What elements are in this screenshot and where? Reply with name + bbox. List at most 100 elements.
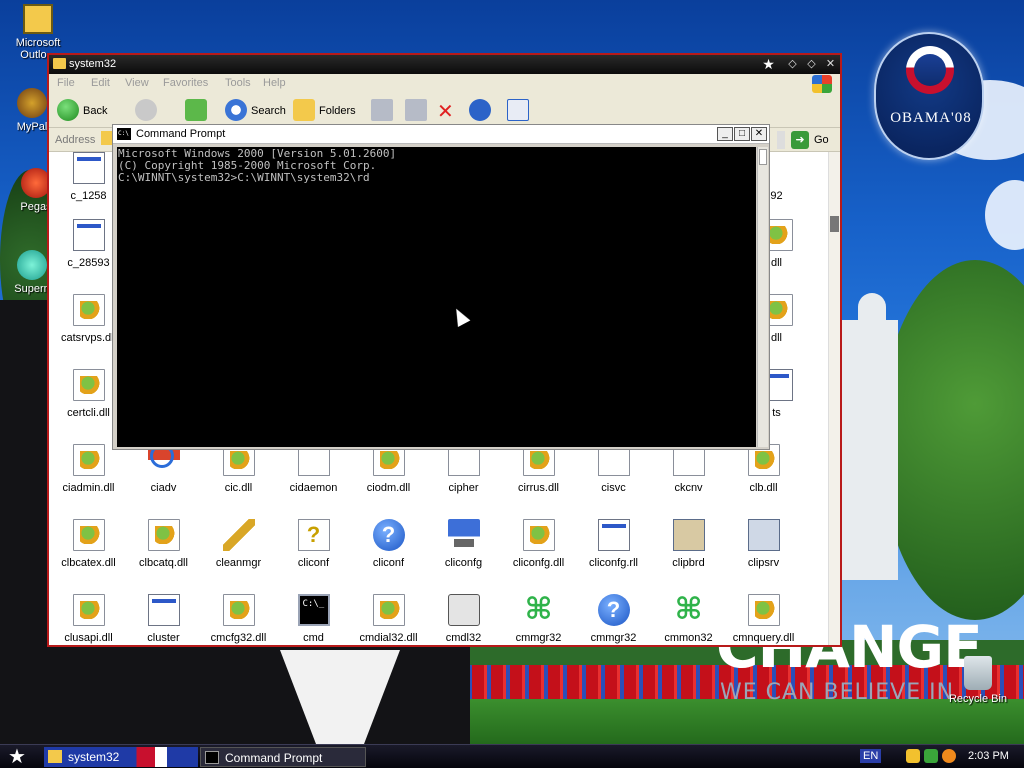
file-item[interactable]: ? cliconf bbox=[276, 519, 351, 569]
explorer-title-bar[interactable]: system32 ★ ◇ ◇ ✕ bbox=[49, 55, 840, 74]
supernova-icon bbox=[17, 250, 47, 280]
file-item[interactable]: cidaemon bbox=[276, 444, 351, 494]
file-label: cliconfg.rll bbox=[589, 557, 638, 569]
folders-icon bbox=[293, 99, 315, 121]
forward-arrow-icon bbox=[135, 99, 157, 121]
menu-favorites[interactable]: Favorites bbox=[163, 77, 208, 89]
taskbar: ★ system32 Command Prompt EN 2:03 PM bbox=[0, 744, 1024, 768]
taskbar-button-system32[interactable]: system32 bbox=[44, 747, 198, 767]
file-item[interactable]: cipher bbox=[426, 444, 501, 494]
command-prompt-window[interactable]: C:\ Command Prompt _ □ ✕ Microsoft Windo… bbox=[112, 124, 770, 450]
menu-view[interactable]: View bbox=[125, 77, 149, 89]
undo-button[interactable] bbox=[469, 99, 493, 123]
file-item[interactable]: ⌘ cmmgr32 bbox=[501, 594, 576, 645]
file-item[interactable]: cleanmgr bbox=[201, 519, 276, 569]
menu-help[interactable]: Help bbox=[263, 77, 286, 89]
file-item[interactable]: ? cmmgr32 bbox=[576, 594, 651, 644]
folders-button[interactable]: Folders bbox=[293, 99, 361, 123]
window-title: Command Prompt bbox=[136, 128, 226, 140]
file-label: cliconfg.dll bbox=[512, 557, 565, 569]
taskbar-button-label: system32 bbox=[68, 750, 120, 764]
white-house bbox=[838, 320, 898, 580]
copy-to-button[interactable] bbox=[405, 99, 429, 123]
network-computer-icon bbox=[447, 519, 480, 551]
search-button[interactable]: Search bbox=[225, 99, 289, 123]
file-item[interactable]: cirrus.dll bbox=[501, 444, 576, 494]
console-scrollbar[interactable] bbox=[757, 147, 768, 447]
file-item[interactable]: cmdial32.dll bbox=[351, 594, 426, 644]
up-folder-button[interactable] bbox=[185, 99, 211, 123]
file-item[interactable]: ciodm.dll bbox=[351, 444, 426, 494]
minimize-button[interactable]: ◇ bbox=[785, 57, 800, 71]
file-item[interactable]: ? cliconf bbox=[351, 519, 426, 569]
text-file-icon bbox=[72, 219, 105, 251]
desktop-icon-recycle-bin[interactable]: Recycle Bin bbox=[940, 656, 1016, 705]
console-output[interactable]: Microsoft Windows 2000 [Version 5.01.260… bbox=[117, 147, 756, 447]
file-label: ckcnv bbox=[674, 482, 703, 494]
file-item[interactable]: cmdl32 bbox=[426, 594, 501, 644]
command-prompt-title-bar[interactable]: C:\ Command Prompt _ □ ✕ bbox=[113, 125, 769, 144]
file-item[interactable]: cmnquery.dll bbox=[726, 594, 801, 644]
file-label: cidaemon bbox=[289, 482, 338, 494]
file-list-scrollbar[interactable] bbox=[828, 152, 840, 645]
pin-icon[interactable]: ★ bbox=[761, 57, 776, 71]
address-dropdown-button[interactable] bbox=[777, 131, 785, 149]
file-item[interactable]: clusapi.dll bbox=[51, 594, 126, 644]
folder-icon bbox=[48, 750, 62, 763]
minimize-button[interactable]: _ bbox=[717, 127, 733, 141]
close-button[interactable]: ✕ bbox=[751, 127, 767, 141]
help-icon: ? bbox=[597, 594, 630, 626]
file-item[interactable]: ciadmin.dll bbox=[51, 444, 126, 494]
address-label: Address bbox=[55, 134, 96, 146]
file-label: clbcatex.dll bbox=[61, 557, 116, 569]
file-item[interactable]: cmcfg32.dll bbox=[201, 594, 276, 644]
go-button[interactable]: ➜ Go bbox=[791, 131, 831, 149]
network-icon[interactable] bbox=[924, 749, 938, 763]
clock[interactable]: 2:03 PM bbox=[968, 750, 1009, 762]
file-item[interactable]: clipsrv bbox=[726, 519, 801, 569]
file-item[interactable]: C:\_ cmd bbox=[276, 594, 351, 644]
command-prompt-icon: C:\_ bbox=[297, 594, 330, 626]
taskbar-button-command-prompt[interactable]: Command Prompt bbox=[200, 747, 366, 767]
file-label: clipsrv bbox=[747, 557, 780, 569]
file-item[interactable]: ⌘ cmmon32 bbox=[651, 594, 726, 645]
file-item[interactable]: cic.dll bbox=[201, 444, 276, 494]
file-item[interactable]: cliconfg.dll bbox=[501, 519, 576, 569]
forward-button[interactable] bbox=[135, 99, 165, 123]
file-item[interactable]: ciadv bbox=[126, 444, 201, 494]
file-item[interactable]: ckcnv bbox=[651, 444, 726, 494]
explorer-toolbar: Back Search Folders ✕ bbox=[49, 94, 840, 128]
menu-edit[interactable]: Edit bbox=[91, 77, 110, 89]
campaign-logo-icon bbox=[906, 46, 954, 94]
scrollbar-thumb[interactable] bbox=[759, 149, 767, 165]
views-button[interactable] bbox=[507, 99, 541, 123]
scrollbar-thumb[interactable] bbox=[830, 216, 839, 232]
language-indicator[interactable]: EN bbox=[860, 749, 882, 763]
command-prompt-icon bbox=[205, 751, 219, 764]
file-item[interactable]: cliconfg bbox=[426, 519, 501, 569]
delete-button[interactable]: ✕ bbox=[437, 99, 461, 123]
search-tray-icon[interactable] bbox=[942, 749, 956, 763]
move-to-button[interactable] bbox=[371, 99, 395, 123]
back-button[interactable]: Back bbox=[57, 99, 123, 123]
maximize-button[interactable]: □ bbox=[734, 127, 750, 141]
start-button[interactable]: ★ bbox=[4, 747, 30, 767]
undo-icon bbox=[469, 99, 491, 121]
move-to-icon bbox=[371, 99, 393, 121]
file-item[interactable]: cisvc bbox=[576, 444, 651, 494]
file-item[interactable]: clb.dll bbox=[726, 444, 801, 494]
menu-tools[interactable]: Tools bbox=[225, 77, 251, 89]
file-item[interactable]: clbcatex.dll bbox=[51, 519, 126, 569]
clipboard-icon bbox=[672, 519, 705, 551]
file-item[interactable]: clbcatq.dll bbox=[126, 519, 201, 569]
maximize-button[interactable]: ◇ bbox=[804, 57, 819, 71]
menu-file[interactable]: File bbox=[57, 77, 75, 89]
security-shield-icon[interactable] bbox=[906, 749, 920, 763]
close-button[interactable]: ✕ bbox=[823, 57, 838, 71]
file-item[interactable]: cliconfg.rll bbox=[576, 519, 651, 569]
file-item[interactable]: clipbrd bbox=[651, 519, 726, 569]
file-label: clusapi.dll bbox=[64, 632, 113, 644]
file-item[interactable]: cluster bbox=[126, 594, 201, 644]
mypal-icon bbox=[17, 88, 47, 118]
file-label: cmdial32.dll bbox=[359, 632, 418, 644]
